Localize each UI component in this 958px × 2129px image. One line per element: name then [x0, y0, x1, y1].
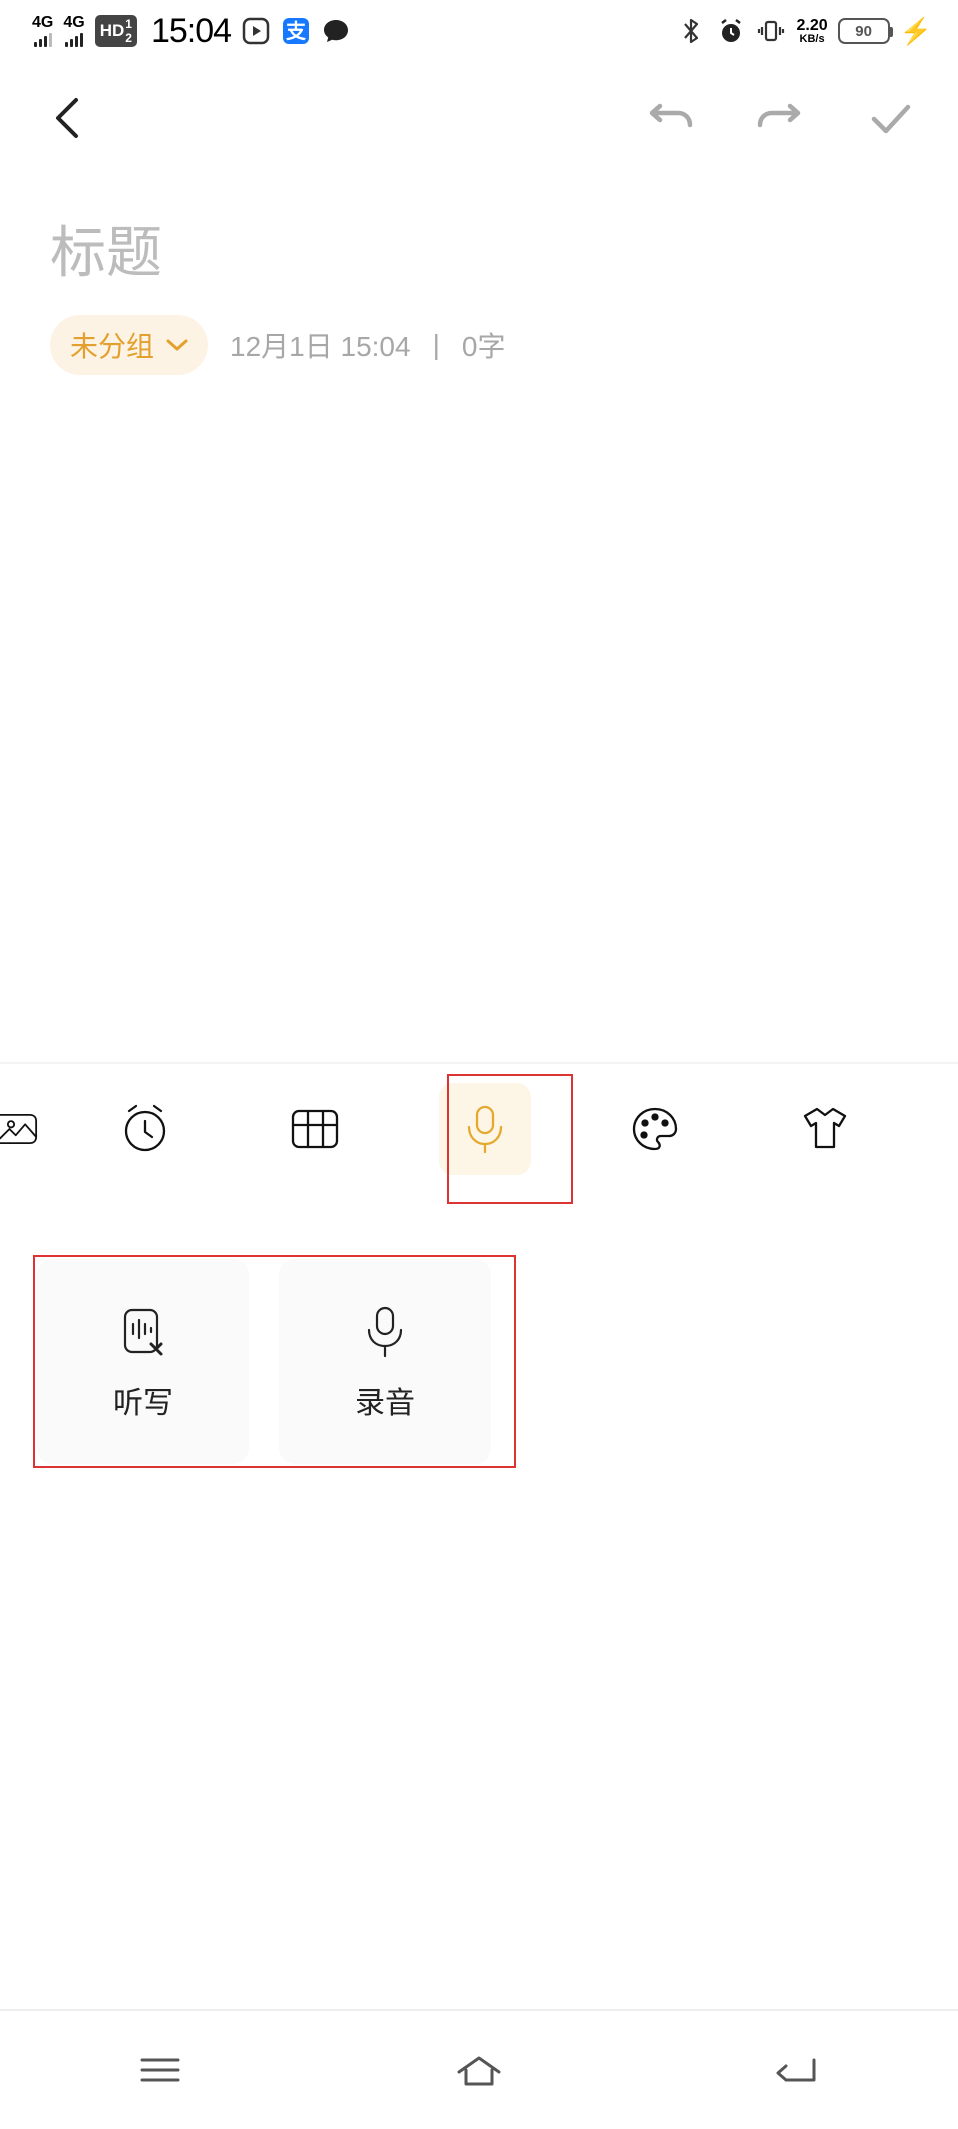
- editor-toolbar: [0, 1064, 958, 1194]
- nav-home[interactable]: [429, 2040, 529, 2100]
- title-input[interactable]: 标题: [50, 208, 908, 289]
- signal-sim1: 4G: [32, 15, 53, 47]
- palette-icon: [627, 1101, 683, 1157]
- battery-indicator: 90: [838, 18, 890, 44]
- charging-icon: ⚡: [900, 16, 932, 47]
- check-icon: [864, 92, 916, 144]
- dictation-option[interactable]: 听写: [37, 1259, 249, 1464]
- undo-button[interactable]: [640, 88, 700, 148]
- table-icon: [287, 1101, 343, 1157]
- system-nav-bar: [0, 2009, 958, 2129]
- chat-bubble-icon: [321, 16, 351, 46]
- chevron-left-icon: [42, 92, 94, 144]
- voice-popup: 听写 录音: [37, 1259, 491, 1464]
- bluetooth-icon: [676, 16, 706, 46]
- signal-sim2: 4G: [63, 15, 84, 47]
- menu-icon: [130, 2050, 190, 2090]
- toolbar-voice[interactable]: [400, 1064, 570, 1194]
- svg-text:支: 支: [286, 19, 307, 43]
- status-left: 4G 4G HD12 15:04 支: [32, 12, 351, 51]
- signal-label: 4G: [32, 15, 53, 31]
- confirm-button[interactable]: [860, 88, 920, 148]
- record-label: 录音: [355, 1378, 415, 1422]
- app-header: [0, 58, 958, 168]
- shirt-icon: [797, 1101, 853, 1157]
- editor-toolbar-wrap: [0, 1062, 958, 1194]
- alarm-icon: [716, 16, 746, 46]
- signal-bars-icon: [65, 33, 83, 47]
- toolbar-template[interactable]: [740, 1064, 910, 1194]
- hd-badge: HD12: [95, 15, 137, 47]
- toolbar-table[interactable]: [230, 1064, 400, 1194]
- back-icon: [768, 2050, 828, 2090]
- signal-bars-icon: [34, 33, 52, 47]
- microphone-icon: [457, 1101, 513, 1157]
- header-actions: [640, 88, 920, 148]
- home-icon: [449, 2050, 509, 2090]
- nav-back[interactable]: [748, 2040, 848, 2100]
- record-option[interactable]: 录音: [279, 1259, 491, 1464]
- network-speed: 2.20 KB/s: [796, 18, 827, 45]
- toolbar-reminder[interactable]: [60, 1064, 230, 1194]
- signal-label: 4G: [63, 15, 84, 31]
- alipay-app-icon: 支: [281, 16, 311, 46]
- status-time: 15:04: [151, 12, 231, 51]
- back-button[interactable]: [38, 88, 98, 148]
- redo-button[interactable]: [750, 88, 810, 148]
- netrate-unit: KB/s: [800, 34, 825, 45]
- image-icon: [0, 1101, 44, 1157]
- redo-icon: [754, 92, 806, 144]
- undo-icon: [644, 92, 696, 144]
- dictation-icon: [113, 1302, 173, 1362]
- microphone-icon: [355, 1302, 415, 1362]
- clock-icon: [117, 1101, 173, 1157]
- toolbar-style[interactable]: [570, 1064, 740, 1194]
- status-bar: 4G 4G HD12 15:04 支 2.20 KB/s: [0, 0, 958, 58]
- nav-menu[interactable]: [110, 2040, 210, 2100]
- netrate-value: 2.20: [796, 18, 827, 34]
- vibrate-icon: [756, 16, 786, 46]
- toolbar-image[interactable]: [0, 1064, 60, 1194]
- status-right: 2.20 KB/s 90 ⚡: [676, 16, 932, 47]
- dictation-label: 听写: [113, 1378, 173, 1422]
- play-app-icon: [241, 16, 271, 46]
